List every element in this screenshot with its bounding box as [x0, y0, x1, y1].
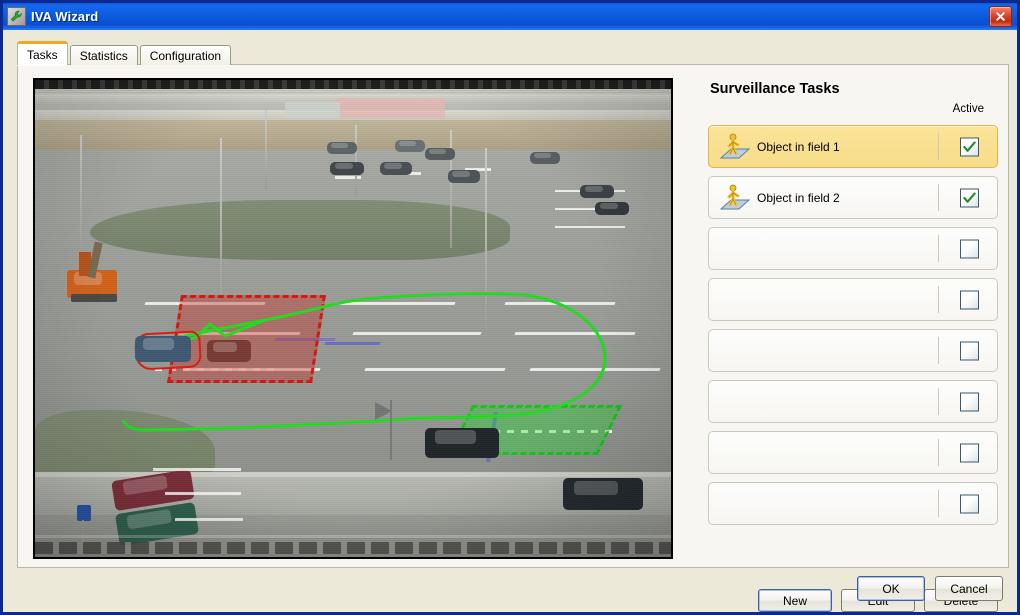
tab-tasks[interactable]: Tasks [17, 41, 68, 65]
window-title: IVA Wizard [31, 9, 99, 24]
task-active-checkbox[interactable] [960, 494, 979, 513]
active-column-header: Active [952, 103, 984, 115]
row-divider [938, 133, 939, 160]
tab-statistics[interactable]: Statistics [69, 45, 138, 65]
tab-configuration-label: Configuration [149, 48, 222, 63]
task-active-checkbox[interactable] [960, 239, 979, 258]
iva-wizard-window: IVA Wizard Tasks Statistics Configuratio… [0, 0, 1020, 615]
task-active-checkbox[interactable] [960, 290, 979, 309]
row-divider [938, 439, 939, 466]
dialog-action-buttons: OK Cancel [857, 576, 1003, 601]
title-bar: IVA Wizard [3, 3, 1017, 30]
task-row[interactable] [708, 482, 998, 525]
tab-tasks-label: Tasks [27, 47, 58, 62]
tab-configuration[interactable]: Configuration [139, 45, 232, 65]
task-row[interactable] [708, 329, 998, 372]
task-active-checkbox[interactable] [960, 392, 979, 411]
task-active-checkbox[interactable] [960, 443, 979, 462]
row-divider [938, 184, 939, 211]
task-active-checkbox[interactable] [960, 137, 979, 156]
task-row[interactable] [708, 431, 998, 474]
cancel-button[interactable]: Cancel [935, 576, 1003, 601]
task-list: Object in field 1 Object in field 2 [708, 125, 998, 533]
video-canvas [35, 80, 671, 557]
object-in-field-icon [717, 132, 751, 162]
new-button[interactable]: New [758, 589, 832, 612]
task-row[interactable] [708, 227, 998, 270]
row-divider [938, 286, 939, 313]
close-icon[interactable] [989, 6, 1012, 27]
direction-marker-flag-icon [375, 402, 392, 420]
page-title: Surveillance Tasks [710, 81, 840, 97]
row-divider [938, 388, 939, 415]
task-active-checkbox[interactable] [960, 188, 979, 207]
wrench-icon [7, 7, 26, 26]
object-in-field-icon [717, 183, 751, 213]
task-row[interactable] [708, 380, 998, 423]
tab-strip: Tasks Statistics Configuration [17, 41, 233, 65]
surveillance-tasks-header: Surveillance Tasks Active [708, 81, 998, 115]
tasks-tab-panel: Surveillance Tasks Active Object in fiel… [17, 64, 1009, 612]
task-active-checkbox[interactable] [960, 341, 979, 360]
row-divider [938, 337, 939, 364]
tab-statistics-label: Statistics [79, 48, 128, 63]
row-divider [938, 235, 939, 262]
task-row[interactable]: Object in field 2 [708, 176, 998, 219]
surveillance-video-preview[interactable] [33, 78, 673, 559]
ok-button[interactable]: OK [857, 576, 925, 601]
task-row[interactable]: Object in field 1 [708, 125, 998, 168]
row-divider [938, 490, 939, 517]
task-row[interactable] [708, 278, 998, 321]
